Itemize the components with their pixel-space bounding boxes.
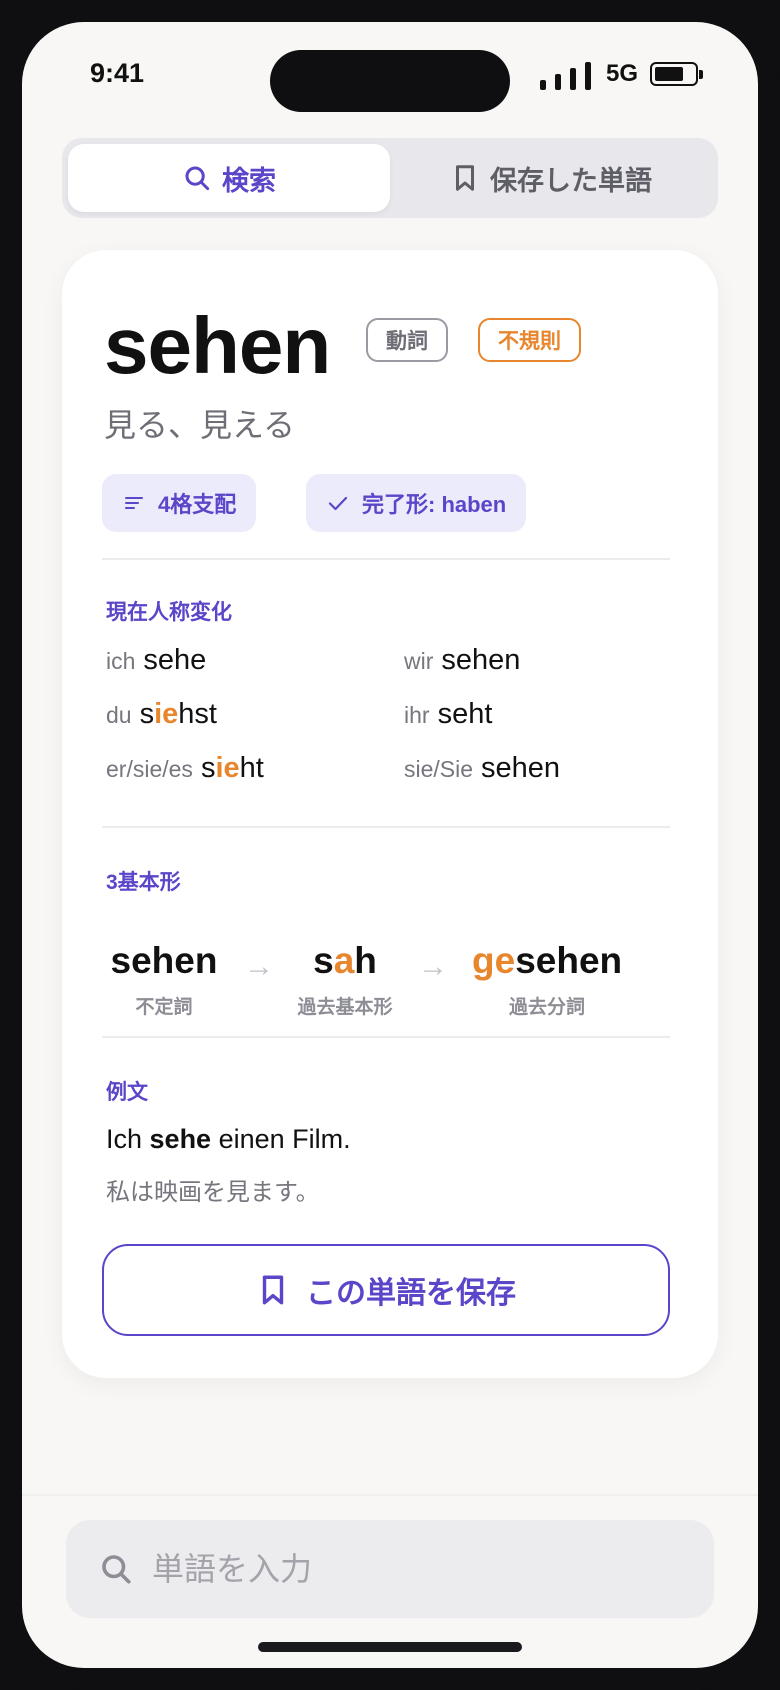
arrow-icon: → [418, 950, 448, 983]
tab-saved-words[interactable]: 保存した単語 [390, 144, 712, 212]
divider [102, 558, 670, 560]
save-word-button[interactable]: この単語を保存 [102, 1244, 670, 1336]
pronoun: ihr [404, 702, 430, 728]
example-title: 例文 [106, 1081, 148, 1104]
form-label: 不定詞 [135, 997, 193, 1018]
conjugation-cell: wir sehen [404, 644, 520, 677]
principal-form-preterite: sah 過去基本形 [290, 940, 400, 1019]
case-chip: 4格支配 [102, 474, 257, 532]
example-german: Ich sehe einen Film. [106, 1124, 351, 1154]
battery-icon [650, 62, 703, 86]
pronoun: er/sie/es [106, 756, 193, 782]
verb-form-end: hst [178, 698, 217, 730]
network-type: 5G [606, 60, 639, 87]
chip-label: 完了形: haben [362, 492, 507, 517]
signal-icon [540, 60, 596, 90]
pronoun: sie/Sie [404, 756, 474, 782]
word-card: sehen 動詞 不規則 見る、見える 4格支配 完了形: haben 現在人称… [62, 250, 718, 1378]
segmented-tabs: 検索 保存した単語 [62, 138, 718, 218]
irregular-badge: 不規則 [478, 318, 581, 362]
verb-form: seht [437, 698, 493, 730]
tab-label: 保存した単語 [490, 165, 652, 196]
word-meaning: 見る、見える [104, 407, 296, 443]
conjugation-title: 現在人称変化 [106, 601, 232, 624]
perfect-chip: 完了形: haben [306, 474, 527, 532]
verb-form-change: ie [154, 698, 179, 730]
form-label: 過去基本形 [297, 997, 393, 1018]
principal-form-infinitive: sehen 不定詞 [104, 940, 224, 1019]
conjugation-cell: er/sie/es sieht [106, 752, 264, 785]
tab-label: 検索 [222, 165, 276, 196]
conjugation-cell: ich sehe [106, 644, 206, 677]
principal-parts-title: 3基本形 [106, 871, 181, 894]
search-input[interactable] [150, 1549, 674, 1589]
status-time: 9:41 [90, 58, 145, 88]
pos-badge: 動詞 [366, 318, 448, 362]
example-japanese: 私は映画を見ます。 [106, 1179, 320, 1206]
screen: 9:41 5G 検索 保存した単語 sehen 動詞 不規則 見る、見える 4格… [22, 22, 758, 1668]
divider [102, 826, 670, 828]
search-icon [185, 166, 210, 191]
search-icon [102, 1555, 131, 1584]
divider [102, 1036, 670, 1038]
chip-label: 4格支配 [158, 492, 237, 517]
verb-form: sehen [441, 644, 521, 676]
verb-form: sehe [143, 644, 207, 676]
home-indicator [258, 1642, 522, 1652]
pronoun: ich [106, 648, 136, 674]
form-label: 過去分詞 [508, 997, 585, 1018]
bookmark-icon [456, 165, 474, 191]
bottom-divider [22, 1494, 758, 1496]
conjugation-cell: sie/Sie sehen [404, 752, 560, 785]
check-icon [328, 496, 348, 511]
form-text: sah [313, 940, 377, 981]
tab-search[interactable]: 検索 [68, 144, 390, 212]
conjugation-cell: ihr seht [404, 698, 492, 731]
search-bar[interactable] [66, 1520, 714, 1618]
verb-form: s [139, 698, 155, 730]
device-frame: 9:41 5G 検索 保存した単語 sehen 動詞 不規則 見る、見える 4格… [0, 0, 780, 1690]
headword: sehen [104, 301, 331, 390]
verb-form-end: ht [239, 752, 264, 784]
pronoun: du [106, 702, 132, 728]
arrow-icon: → [244, 950, 274, 983]
bookmark-icon [262, 1275, 284, 1305]
verb-form: s [200, 752, 216, 784]
conjugation-cell: du siehst [106, 698, 217, 731]
pronoun: wir [404, 648, 434, 674]
lines-icon [125, 497, 143, 509]
dynamic-island [270, 50, 510, 112]
form-text: sehen [110, 940, 218, 981]
verb-form-change: ie [215, 752, 240, 784]
save-button-label: この単語を保存 [306, 1277, 516, 1310]
form-text: gesehen [472, 940, 623, 981]
principal-form-participle: gesehen 過去分詞 [472, 940, 622, 1019]
verb-form: sehen [481, 752, 561, 784]
